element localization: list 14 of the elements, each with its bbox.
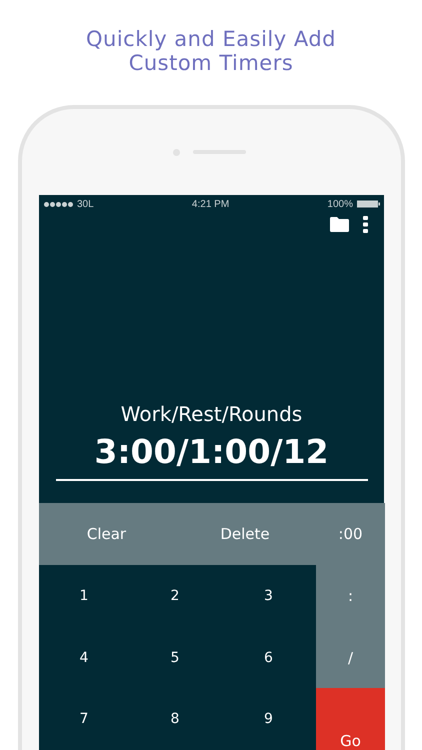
key-button[interactable]: : xyxy=(316,565,385,627)
battery-text: 100% xyxy=(327,198,353,210)
carrier-text: 30L xyxy=(77,198,94,210)
more-icon[interactable] xyxy=(363,216,368,232)
timer-label: Work/Rest/Rounds xyxy=(120,402,302,426)
signal-icon xyxy=(44,202,73,206)
folder-icon[interactable] xyxy=(330,216,349,232)
status-time: 4:21 PM xyxy=(192,198,230,210)
headline: Quickly and Easily Add xyxy=(86,27,336,51)
key-button[interactable]: Go xyxy=(316,688,385,750)
battery-icon xyxy=(356,200,380,208)
timer-value[interactable]: 3:00/1:00/12 xyxy=(56,432,368,481)
key-button[interactable]: / xyxy=(316,627,385,688)
headline: Custom Timers xyxy=(128,51,294,75)
